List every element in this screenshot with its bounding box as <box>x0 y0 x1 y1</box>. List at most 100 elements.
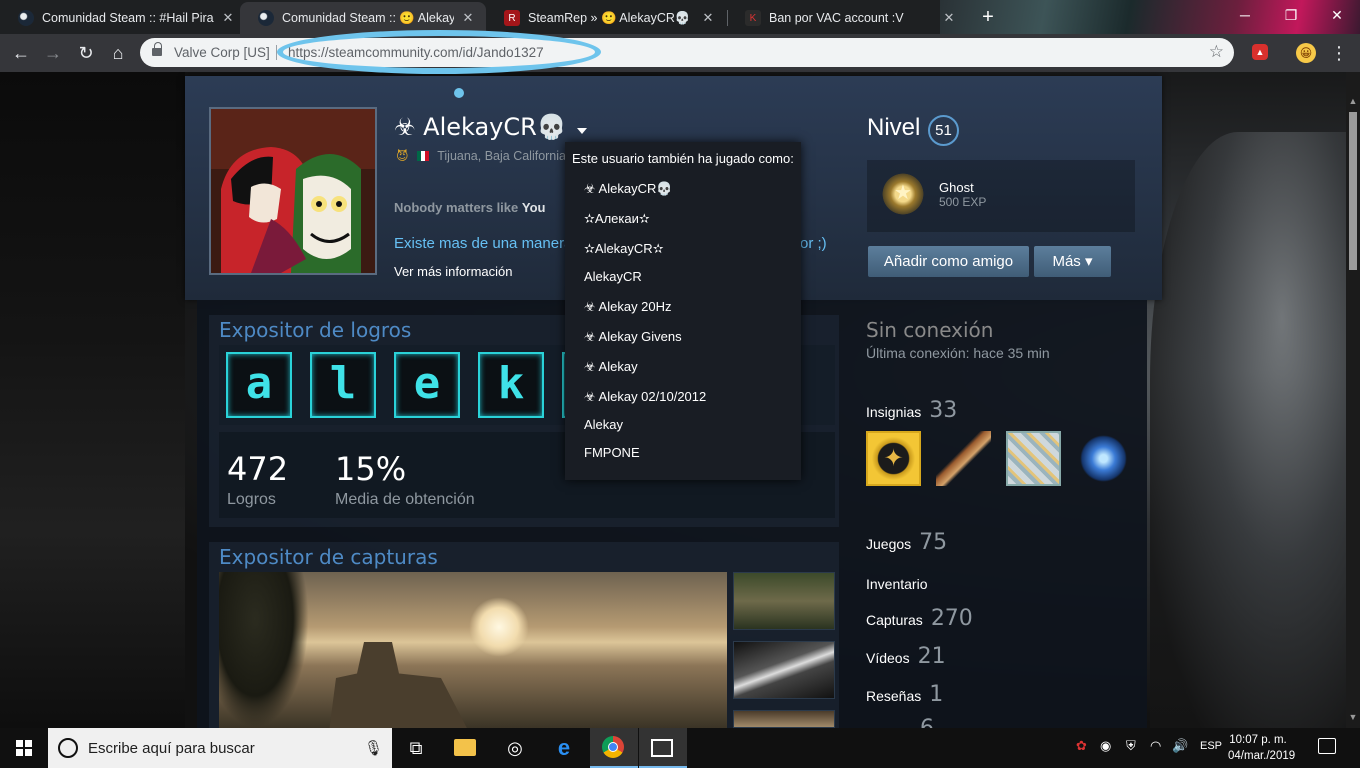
screenshot-sun <box>469 597 529 657</box>
badges-label: Insignias <box>866 404 922 420</box>
steamrep-icon: R <box>504 10 520 26</box>
tab-title: Comunidad Steam :: 🙂 AlekayCR <box>282 10 454 25</box>
badge-thumbnail[interactable] <box>866 431 921 486</box>
screenshots-link[interactable]: Capturas 270 <box>866 606 973 631</box>
wifi-icon[interactable]: ◠ <box>1150 738 1161 754</box>
achievement-tile[interactable]: k <box>478 352 544 418</box>
inventory-link[interactable]: Inventario <box>866 576 927 592</box>
profile-summary: Nobody matters like You <box>394 200 545 215</box>
annotation-dot <box>454 88 464 98</box>
action-center-icon[interactable] <box>1318 738 1336 754</box>
cortana-icon[interactable] <box>58 738 78 758</box>
bookmark-star-icon[interactable]: ☆ <box>1209 42 1224 62</box>
steam-icon <box>18 10 34 26</box>
scroll-up-arrow[interactable]: ▲ <box>1346 96 1360 110</box>
add-friend-button[interactable]: Añadir como amigo <box>868 246 1029 277</box>
videos-link[interactable]: Vídeos 21 <box>866 644 946 669</box>
games-label: Juegos <box>866 536 912 552</box>
summary-link[interactable]: Existe mas de una manera <box>394 235 566 252</box>
restore-button[interactable]: ❐ <box>1268 0 1314 32</box>
online-status: Sin conexión <box>866 318 994 342</box>
windows-logo-icon <box>16 740 32 756</box>
alias-history-header: Este usuario también ha jugado como: <box>572 151 794 166</box>
file-explorer-icon[interactable] <box>454 736 478 760</box>
next-count: 6 <box>920 716 934 728</box>
home-button[interactable]: ⌂ <box>106 41 130 65</box>
featured-badge[interactable]: Ghost 500 EXP <box>867 160 1135 232</box>
scrollbar-thumb[interactable] <box>1349 112 1357 270</box>
certificate-organization[interactable]: Valve Corp [US] <box>174 45 270 60</box>
more-info-link[interactable]: Ver más información <box>394 264 513 279</box>
reviews-link[interactable]: Reseñas 1 <box>866 682 943 707</box>
task-view-icon[interactable]: ⧉ <box>404 736 428 760</box>
minimize-button[interactable]: ─ <box>1222 0 1268 32</box>
close-icon[interactable]: ✕ <box>220 10 236 26</box>
edge-icon[interactable]: e <box>552 736 576 760</box>
completion-rate-label: Media de obtención <box>335 491 475 508</box>
obs-icon[interactable]: ◎ <box>503 736 527 760</box>
vac-icon: K <box>745 10 761 26</box>
reviews-label: Reseñas <box>866 688 922 704</box>
screenshot-ruins <box>329 642 469 728</box>
level-badge[interactable]: 51 <box>928 115 959 146</box>
photos-icon[interactable] <box>651 736 675 760</box>
summary-bold: You <box>521 200 546 215</box>
last-online: Última conexión: hace 35 min <box>866 345 1050 361</box>
search-placeholder[interactable]: Escribe aquí para buscar <box>88 740 255 757</box>
games-link[interactable]: Juegos 75 <box>866 530 947 555</box>
mexico-flag-icon <box>416 151 430 161</box>
screenshot-thumbnail[interactable] <box>733 641 835 699</box>
badge-thumbnail[interactable] <box>1076 431 1131 486</box>
screenshot-thumbnail[interactable] <box>733 710 835 728</box>
summary-link-tail[interactable]: or ;) <box>800 235 827 252</box>
more-actions-button[interactable]: Más ▾ <box>1034 246 1111 277</box>
scroll-down-arrow[interactable]: ▼ <box>1346 712 1360 726</box>
reload-button[interactable]: ↻ <box>74 41 98 65</box>
alias-item: ✫AlekayCR✫ <box>584 241 664 256</box>
taskbar-clock[interactable]: 10:07 p. m. 04/mar./2019 <box>1228 732 1296 764</box>
completion-rate: 15% <box>335 450 407 488</box>
input-language[interactable]: ESP <box>1200 740 1222 752</box>
achievement-tile[interactable]: a <box>226 352 292 418</box>
screenshot-thumbnail[interactable] <box>733 572 835 630</box>
tab-steamrep[interactable]: R SteamRep » 🙂 AlekayCR💀 | 76 ✕ <box>486 2 726 34</box>
chrome-icon[interactable] <box>602 736 626 760</box>
inventory-label: Inventario <box>866 576 928 592</box>
tab-vac-ban[interactable]: K Ban por VAC account :V ✕ <box>727 2 967 34</box>
achievement-tile[interactable]: e <box>394 352 460 418</box>
alias-item: ☣ AlekayCR💀 <box>584 181 673 196</box>
extension-icon[interactable]: ▲ <box>1252 44 1268 60</box>
start-button[interactable] <box>0 728 48 768</box>
tab-title: Comunidad Steam :: #Hail Piracy <box>42 11 214 25</box>
profile-avatar-icon[interactable]: 😀 <box>1296 43 1316 63</box>
close-icon[interactable]: ✕ <box>700 10 716 26</box>
badges-count: 33 <box>929 398 958 423</box>
new-tab-button[interactable]: + <box>977 6 999 28</box>
alias-dropdown-caret-icon[interactable] <box>576 128 587 134</box>
clock-date: 04/mar./2019 <box>1228 750 1296 762</box>
browser-menu-icon[interactable]: ⋮ <box>1330 42 1348 64</box>
tab-hail-piracy[interactable]: Comunidad Steam :: #Hail Piracy ✕ <box>0 2 246 34</box>
badge-thumbnail[interactable] <box>936 431 991 486</box>
defender-shield-icon[interactable]: ⛨ <box>1126 738 1136 754</box>
window-close-button[interactable]: ✕ <box>1314 0 1360 32</box>
forward-button[interactable]: → <box>41 41 65 65</box>
lock-icon[interactable] <box>152 42 162 58</box>
close-icon[interactable]: ✕ <box>941 10 957 26</box>
devil-emoji-icon: 😈 <box>396 149 409 163</box>
reviews-count: 1 <box>929 682 944 707</box>
steam-tray-icon[interactable]: ◉ <box>1100 738 1111 754</box>
tray-app-icon[interactable]: ✿ <box>1076 738 1087 754</box>
close-icon[interactable]: ✕ <box>460 10 476 26</box>
taskbar-search[interactable]: Escribe aquí para buscar 🎙 <box>48 728 392 768</box>
back-button[interactable]: ← <box>9 41 33 65</box>
badges-link[interactable]: Insignias 33 <box>866 398 957 423</box>
volume-icon[interactable]: 🔊 <box>1172 738 1188 754</box>
achievement-tile[interactable]: l <box>310 352 376 418</box>
level-label: Nivel <box>867 114 921 141</box>
microphone-icon[interactable]: 🎙 <box>364 739 383 757</box>
browser-toolbar: ← → ↻ ⌂ Valve Corp [US] https://steamcom… <box>0 34 1360 72</box>
badge-thumbnail[interactable] <box>1006 431 1061 486</box>
featured-screenshot[interactable] <box>219 572 727 728</box>
persona-name-row[interactable]: ☣ AlekayCR💀 <box>394 113 587 141</box>
